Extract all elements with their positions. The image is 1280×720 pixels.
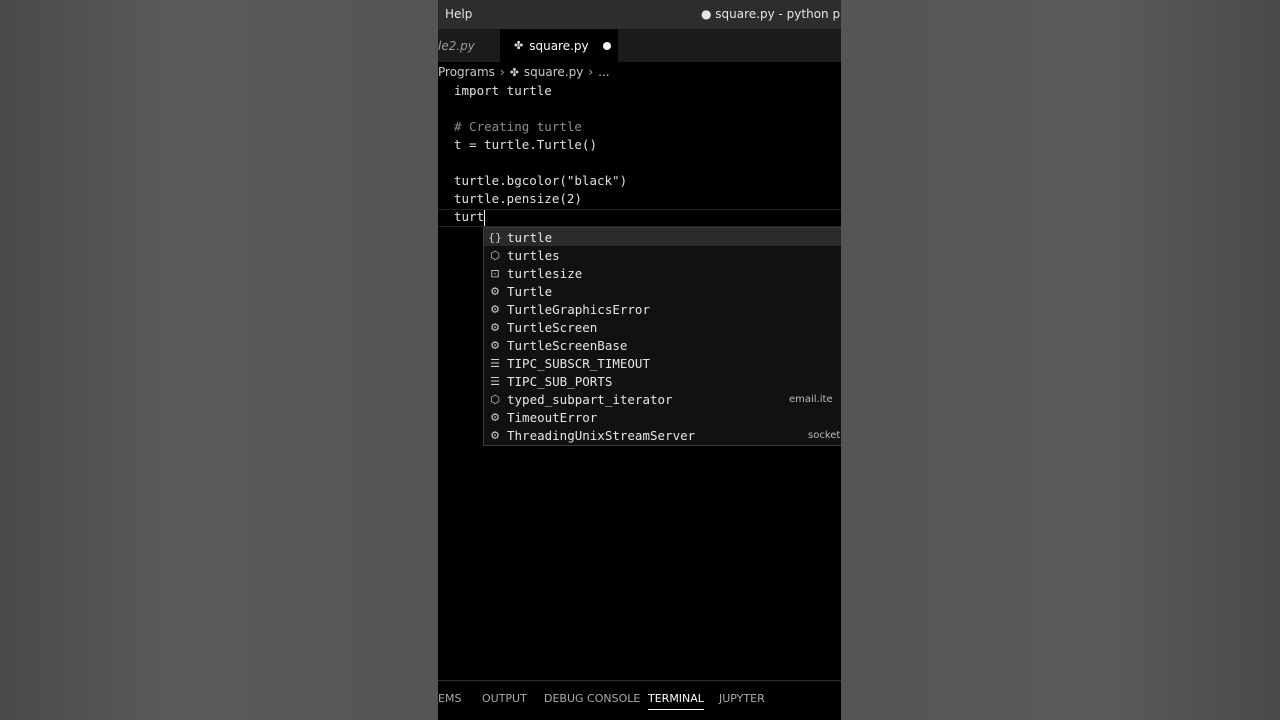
- tab-le2-py[interactable]: le2.py: [438, 29, 500, 62]
- code-line-1: import turtle: [454, 83, 552, 98]
- cube-icon: ⬡: [490, 392, 500, 406]
- python-file-icon: ✤: [509, 65, 519, 79]
- suggestion-label: TIPC_SUBSCR_TIMEOUT: [507, 355, 650, 371]
- breadcrumb-item-more[interactable]: ...: [598, 65, 609, 79]
- suggestion-label: turtle: [507, 229, 553, 245]
- suggestion-item[interactable]: ⊡ turtlesize: [484, 264, 841, 282]
- suggestion-item[interactable]: ⚙ TurtleGraphicsError: [484, 300, 841, 318]
- suggestion-item[interactable]: ⚙ ThreadingUnixStreamServer socket: [484, 426, 841, 444]
- python-file-icon: ✤: [514, 39, 524, 52]
- class-icon: ⚙: [490, 428, 500, 442]
- suggestion-item[interactable]: ⚙ TurtleScreen: [484, 318, 841, 336]
- suggestion-label: typed_subpart_iterator: [507, 391, 673, 407]
- breadcrumb-item-programs[interactable]: Programs: [438, 65, 495, 79]
- suggestion-item[interactable]: ⚙ TurtleScreenBase: [484, 336, 841, 354]
- class-icon: ⚙: [490, 338, 500, 352]
- code-line-6: turtle.bgcolor("black"): [454, 173, 628, 188]
- background-right: [841, 0, 1280, 720]
- breadcrumb-item-file[interactable]: square.py: [524, 65, 583, 79]
- menu-help[interactable]: Help: [445, 7, 472, 21]
- background-left: [0, 0, 438, 720]
- suggestion-label: TurtleScreen: [507, 319, 598, 335]
- editor-tabs: le2.py ✤ square.py: [438, 29, 841, 62]
- suggestion-item[interactable]: ⬡ turtles: [484, 246, 841, 264]
- typed-text: turt: [454, 209, 485, 224]
- suggestion-label: turtlesize: [507, 265, 583, 281]
- current-line-highlight: [438, 209, 841, 227]
- tab-terminal[interactable]: TERMINAL: [648, 692, 704, 710]
- tab-output[interactable]: OUTPUT: [482, 692, 527, 705]
- suggestion-label: TIPC_SUB_PORTS: [507, 373, 613, 389]
- suggestion-item[interactable]: ⬡ typed_subpart_iterator email.ite: [484, 390, 841, 408]
- cube-icon: ⬡: [490, 248, 500, 262]
- autocomplete-widget: {} turtle ⬡ turtles ⊡ turtlesize ⚙ Turtl…: [483, 227, 841, 446]
- suggestion-detail: socket: [808, 429, 841, 441]
- code-line-3: # Creating turtle: [454, 119, 582, 134]
- class-icon: ⚙: [490, 320, 500, 334]
- suggestion-label: TurtleScreenBase: [507, 337, 628, 353]
- tab-square-py[interactable]: ✤ square.py: [500, 29, 618, 62]
- code-editor[interactable]: import turtle # Creating turtle t = turt…: [438, 82, 841, 678]
- panel-tabs: EMS OUTPUT DEBUG CONSOLE TERMINAL JUPYTE…: [438, 681, 841, 720]
- suggestion-item[interactable]: ☰ TIPC_SUBSCR_TIMEOUT: [484, 354, 841, 372]
- title-bar: Help ● square.py - python progra: [438, 0, 841, 29]
- suggestion-item[interactable]: ⚙ Turtle: [484, 282, 841, 300]
- constant-icon: ☰: [490, 374, 500, 388]
- suggestion-item[interactable]: ⚙ TimeoutError: [484, 408, 841, 426]
- suggestion-item[interactable]: ☰ TIPC_SUB_PORTS: [484, 372, 841, 390]
- tab-problems[interactable]: EMS: [438, 692, 461, 705]
- tab-label: le2.py: [438, 38, 475, 53]
- tab-debug-console[interactable]: DEBUG CONSOLE: [544, 692, 640, 705]
- class-icon: ⚙: [490, 410, 500, 424]
- class-icon: ⚙: [490, 284, 500, 298]
- module-braces-icon: {}: [488, 230, 502, 244]
- tab-jupyter[interactable]: JUPYTER: [719, 692, 765, 705]
- code-line-4: t = turtle.Turtle(): [454, 137, 597, 152]
- constant-icon: ☰: [490, 356, 500, 370]
- chevron-right-icon: ›: [499, 65, 505, 79]
- tab-label: square.py: [529, 38, 589, 53]
- suggestion-label: TurtleGraphicsError: [507, 301, 650, 317]
- suggestion-detail: email.ite: [789, 393, 833, 405]
- text-cursor: [484, 209, 486, 226]
- variable-icon: ⊡: [490, 266, 500, 280]
- suggestion-label: TimeoutError: [507, 409, 598, 425]
- class-icon: ⚙: [490, 302, 500, 316]
- vscode-window: Help ● square.py - python progra le2.py …: [438, 0, 841, 720]
- code-line-8: turt: [454, 208, 486, 226]
- unsaved-dot-icon[interactable]: [602, 41, 611, 50]
- suggestion-label: ThreadingUnixStreamServer: [507, 427, 696, 443]
- chevron-right-icon: ›: [588, 65, 594, 79]
- suggestion-label: Turtle: [507, 283, 553, 299]
- code-line-7: turtle.pensize(2): [454, 191, 582, 206]
- suggestion-item[interactable]: {} turtle: [484, 228, 841, 246]
- window-title: ● square.py - python progra: [701, 7, 841, 21]
- breadcrumb: Programs › ✤ square.py › ...: [438, 62, 841, 82]
- suggestion-label: turtles: [507, 247, 560, 263]
